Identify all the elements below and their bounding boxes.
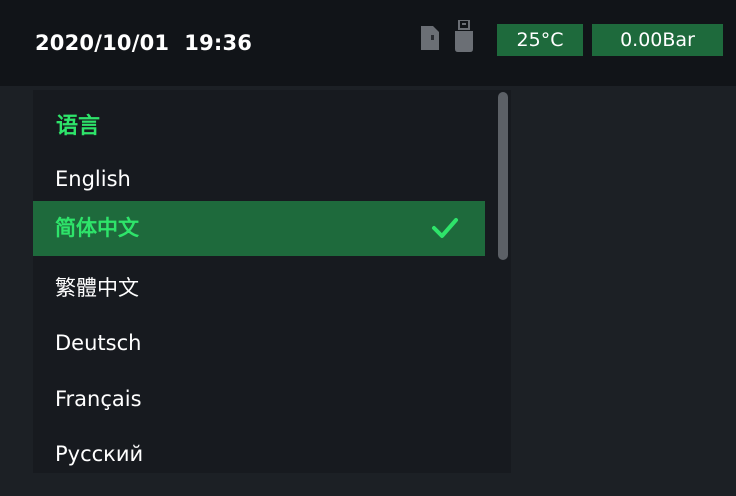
language-label: Deutsch	[55, 331, 142, 355]
language-label: Français	[55, 387, 142, 411]
panel-title: 语言	[56, 114, 101, 139]
language-label: Русский	[55, 442, 144, 466]
language-label: 繁體中文	[55, 276, 139, 300]
language-item-deutsch[interactable]: Deutsch	[33, 316, 485, 371]
language-item-english[interactable]: English	[33, 152, 485, 207]
check-icon	[432, 218, 458, 238]
pressure-badge: 0.00Bar	[592, 24, 723, 56]
datetime: 2020/10/01 19:36	[35, 31, 253, 55]
language-item-traditional-chinese[interactable]: 繁體中文	[33, 261, 485, 316]
language-label: 简体中文	[55, 216, 139, 240]
language-label: English	[55, 167, 131, 191]
usb-drive-icon	[455, 20, 473, 52]
language-item-francais[interactable]: Français	[33, 372, 485, 427]
language-item-simplified-chinese[interactable]: 简体中文	[33, 201, 485, 256]
scrollbar[interactable]	[498, 92, 508, 260]
temperature-badge: 25°C	[497, 24, 583, 56]
sd-card-icon	[421, 26, 439, 50]
screen: 2020/10/01 19:36 25°C 0.00Bar 语言 English…	[0, 0, 736, 496]
language-item-russian[interactable]: Русский	[33, 427, 485, 482]
language-panel: 语言 English 简体中文 繁體中文 Deutsch Français Ру…	[33, 90, 511, 473]
status-bar: 2020/10/01 19:36 25°C 0.00Bar	[0, 0, 736, 86]
